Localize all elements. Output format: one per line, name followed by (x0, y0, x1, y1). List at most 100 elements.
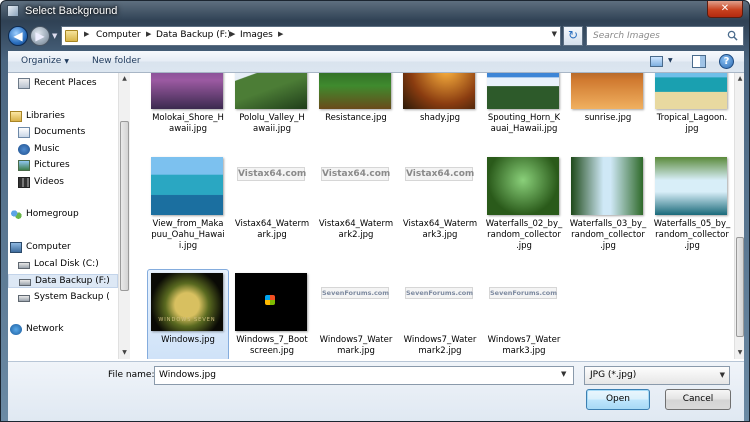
sidebar-item-label: System Backup ( (34, 292, 110, 302)
file-item[interactable]: Windows_7_Boot screen.jpg (235, 273, 315, 359)
preview-pane-button[interactable] (692, 55, 706, 68)
breadcrumb-separator[interactable]: ▶ (146, 30, 151, 38)
watermark-text: Vistax64.com (405, 167, 475, 181)
file-type-value: JPG (*.jpg) (590, 370, 637, 380)
close-button[interactable]: ✕ (707, 1, 743, 18)
file-item[interactable]: Spouting_Horn_K auai_Hawaii.jpg (487, 73, 567, 151)
file-name-line: ark2.jpg (338, 230, 374, 240)
file-thumbnail: SevenForums.com (403, 273, 475, 331)
watermark-text: Vistax64.com (321, 167, 391, 181)
file-item[interactable]: Vistax64.com Vistax64_Waterm ark.jpg (235, 157, 315, 257)
forward-button[interactable]: ▶ (30, 26, 50, 46)
file-name-line: .jpg (684, 241, 700, 251)
file-type-select[interactable]: JPG (*.jpg) ▼ (584, 366, 730, 385)
drive-icon (19, 279, 31, 286)
file-thumbnail (151, 73, 223, 109)
file-name: Tropical_Lagoon. jpg (651, 113, 732, 135)
file-item[interactable]: Waterfalls_03_by_ random_collector .jpg (570, 157, 651, 257)
file-thumbnail (235, 273, 307, 331)
file-item[interactable]: Waterfalls_02_by_ random_collector .jpg (486, 157, 567, 257)
new-folder-button[interactable]: New folder (92, 56, 141, 66)
file-name-line: Vistax64_Waterm (234, 219, 310, 229)
file-thumbnail (319, 73, 391, 109)
recent-pages-dropdown[interactable]: ▼ (52, 32, 57, 40)
file-name-line: Spouting_Horn_K (487, 113, 561, 123)
file-item[interactable]: View_from_Maka puu_Oahu_Hawai i.jpg (151, 157, 231, 257)
file-name-line: ark.jpg (257, 230, 287, 240)
file-name-line: i.jpg (178, 241, 198, 251)
file-item[interactable]: Molokai_Shore_H awaii.jpg (151, 73, 231, 151)
file-thumbnail: SevenForums.com (487, 273, 559, 331)
address-bar[interactable]: ▶ Computer ▶ Data Backup (F:) ▶ Images ▶… (61, 26, 561, 46)
search-icon[interactable] (727, 30, 738, 41)
breadcrumb-separator[interactable]: ▶ (84, 30, 89, 38)
file-name-line: Vistax64_Waterm (402, 219, 478, 229)
scroll-up-arrow[interactable]: ▲ (735, 73, 745, 85)
file-name-line: auai_Hawaii.jpg (490, 124, 558, 134)
scroll-thumb[interactable] (736, 237, 744, 337)
file-item[interactable]: Vistax64.com Vistax64_Waterm ark2.jpg (319, 157, 399, 257)
breadcrumb-data-backup[interactable]: Data Backup (F:) (156, 30, 231, 40)
file-name: Vistax64_Waterm ark3.jpg (399, 219, 481, 241)
file-name-line: mark3.jpg (502, 346, 546, 356)
file-item[interactable]: Waterfalls_05_by_ random_collector .jpg (654, 157, 732, 257)
file-thumbnail: SevenForums.com (319, 273, 391, 331)
file-list-scrollbar[interactable]: ▲ ▼ (734, 73, 744, 359)
breadcrumb-images[interactable]: Images (240, 30, 273, 40)
navigation-pane: Recent Places Libraries Documents Music Pict… (8, 73, 118, 359)
scroll-thumb[interactable] (120, 121, 129, 291)
file-thumbnail (235, 73, 307, 109)
organize-menu[interactable]: Organize ▼ (21, 56, 69, 66)
scroll-up-arrow[interactable]: ▲ (119, 73, 130, 85)
sidebar-item-label: Documents (34, 127, 86, 137)
file-item[interactable]: Tropical_Lagoon. jpg (655, 73, 732, 151)
chevron-down-icon[interactable]: ▼ (668, 57, 673, 64)
file-name: Resistance.jpg (315, 113, 397, 124)
file-item[interactable]: sunrise.jpg (571, 73, 651, 151)
file-thumbnail (487, 157, 559, 215)
sidebar-item-label: Homegroup (26, 209, 79, 219)
window-title: Select Background (25, 5, 118, 17)
file-name-line: awaii.jpg (169, 124, 207, 134)
file-item[interactable]: shady.jpg (403, 73, 483, 151)
breadcrumb-computer[interactable]: Computer (96, 30, 141, 40)
file-name-line: Molokai_Shore_H (152, 113, 224, 123)
folder-icon (65, 30, 78, 42)
back-button[interactable]: ◀ (8, 26, 28, 46)
navigation-pane-scrollbar[interactable]: ▲ ▼ (118, 73, 130, 359)
watermark-text: SevenForums.com (405, 287, 474, 299)
file-name-line: random_collector (571, 230, 645, 240)
breadcrumb-separator[interactable]: ▶ (230, 30, 235, 38)
scroll-down-arrow[interactable]: ▼ (119, 347, 130, 359)
file-name-line: Waterfalls_03_by_ (569, 219, 647, 229)
sidebar-item-label: Pictures (34, 160, 70, 170)
file-item[interactable]: SevenForums.com Windows7_Water mark3.jpg (487, 273, 567, 359)
breadcrumb-separator[interactable]: ▶ (278, 30, 283, 38)
sidebar-item-data-backup-f[interactable]: Data Backup (F:) (8, 274, 118, 288)
cancel-button[interactable]: Cancel (665, 389, 731, 410)
search-input[interactable]: Search Images (586, 26, 744, 46)
file-name: Molokai_Shore_H awaii.jpg (147, 113, 229, 135)
change-view-button[interactable]: ▼ (648, 54, 678, 70)
file-thumbnail (655, 157, 727, 215)
sidebar-item-label: Computer (26, 242, 71, 252)
file-name-line: shady.jpg (419, 113, 461, 123)
windows-logo-icon (265, 295, 275, 305)
file-item[interactable]: SevenForums.com Windows7_Water mark.jpg (319, 273, 399, 359)
file-item[interactable]: Vistax64.com Vistax64_Waterm ark3.jpg (403, 157, 483, 257)
file-name-input[interactable]: Windows.jpg (154, 366, 574, 385)
file-name-line: Windows.jpg (161, 335, 215, 345)
file-item[interactable]: Resistance.jpg (319, 73, 399, 151)
scroll-down-arrow[interactable]: ▼ (735, 347, 745, 359)
help-button[interactable]: ? (719, 54, 734, 69)
file-name-line: ark3.jpg (422, 230, 458, 240)
file-name-dropdown[interactable]: ▼ (561, 370, 566, 378)
refresh-button[interactable]: ↻ (563, 26, 583, 46)
window-icon (7, 5, 19, 17)
open-button[interactable]: Open (586, 389, 650, 410)
file-item[interactable]: SevenForums.com Windows7_Water mark2.jpg (403, 273, 483, 359)
file-name: sunrise.jpg (567, 113, 649, 124)
address-dropdown[interactable]: ▼ (552, 30, 557, 38)
file-item[interactable]: WINDOWS SEVEN Windows.jpg (147, 269, 231, 359)
file-item[interactable]: Pololu_Valley_H awaii.jpg (235, 73, 315, 151)
